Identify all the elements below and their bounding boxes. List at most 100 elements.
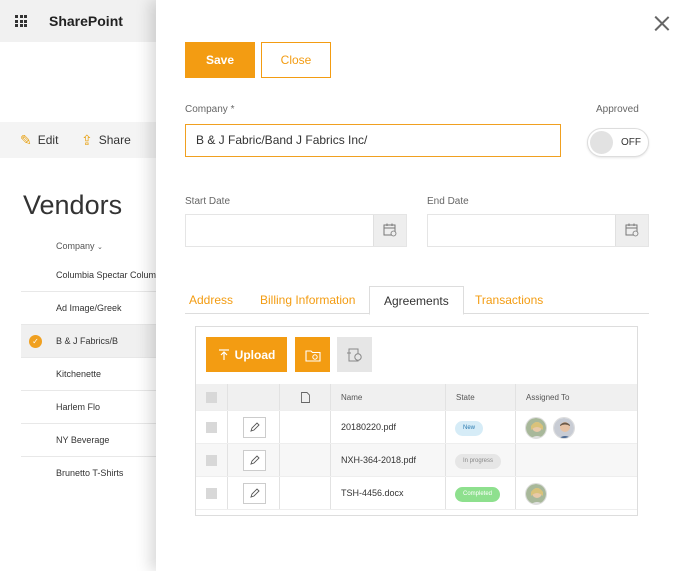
vendor-name: NY Beverage [56, 435, 110, 445]
approved-label: Approved [596, 104, 639, 115]
close-icon[interactable] [654, 15, 670, 31]
upload-label: Upload [234, 347, 276, 362]
vendor-name: Ad Image/Greek [56, 303, 122, 313]
tab-agreements[interactable]: Agreements [369, 286, 464, 315]
folder-icon [304, 349, 321, 362]
edit-column-header [228, 384, 280, 410]
end-date-picker-button[interactable] [615, 215, 648, 246]
vendor-name: Kitchenette [56, 369, 102, 379]
row-checkbox[interactable] [206, 455, 217, 466]
company-column-header[interactable]: Company ⌄ [56, 241, 103, 251]
pencil-icon: ✎ [20, 132, 32, 148]
chevron-down-icon: ⌄ [97, 244, 103, 251]
row-state-cell: New [446, 411, 516, 443]
save-button[interactable]: Save [185, 42, 255, 78]
vendor-name: Brunetto T-Shirts [56, 468, 124, 478]
name-column-header[interactable]: Name [331, 384, 446, 410]
edit-command[interactable]: ✎ Edit [20, 133, 58, 147]
row-edit-cell [228, 444, 280, 476]
start-date-picker-button[interactable] [373, 215, 406, 246]
list-item[interactable]: Columbia Spectar Colum [21, 259, 161, 292]
file-type-column-header [280, 384, 331, 410]
status-badge: New [455, 421, 484, 436]
share-command[interactable]: ⇪ Share [81, 133, 131, 147]
sync-button[interactable] [337, 337, 372, 372]
file-name[interactable]: TSH-4456.docx [341, 477, 404, 510]
table-header-row: Name State Assigned To [196, 384, 637, 411]
end-date-field[interactable] [427, 214, 649, 247]
table-row[interactable]: NXH-364-2018.pdf In progress [196, 444, 637, 477]
checkmark-icon[interactable]: ✓ [29, 335, 42, 348]
tab-bar: Address Billing Information Agreements T… [185, 286, 649, 315]
upload-button[interactable]: Upload [206, 337, 287, 372]
edit-command-label: Edit [37, 133, 59, 147]
row-edit-cell [228, 411, 280, 443]
row-edit-cell [228, 477, 280, 509]
toggle-state: OFF [621, 137, 641, 148]
row-select-cell [196, 411, 228, 443]
file-name[interactable]: 20180220.pdf [341, 411, 396, 444]
start-date-label: Start Date [185, 196, 231, 207]
list-item-selected[interactable]: ✓ B & J Fabrics/B [21, 325, 161, 358]
row-name-cell: 20180220.pdf [331, 411, 446, 443]
tab-billing-information[interactable]: Billing Information [260, 286, 355, 314]
vendor-name: B & J Fabrics/B [56, 336, 119, 346]
list-item[interactable]: NY Beverage [21, 424, 161, 457]
share-icon: ⇪ [81, 132, 93, 148]
document-icon [301, 392, 310, 403]
close-button[interactable]: Close [261, 42, 331, 78]
tab-transactions[interactable]: Transactions [475, 286, 543, 314]
upload-icon [218, 348, 229, 360]
row-type-cell [280, 411, 331, 443]
list-item[interactable]: Harlem Flo [21, 391, 161, 424]
row-select-cell [196, 444, 228, 476]
share-command-label: Share [98, 133, 131, 147]
vendor-name: Columbia Spectar Colum [56, 270, 157, 280]
row-checkbox[interactable] [206, 422, 217, 433]
file-name[interactable]: NXH-364-2018.pdf [341, 444, 416, 477]
avatar[interactable] [553, 417, 575, 439]
row-select-cell [196, 477, 228, 509]
status-badge: In progress [455, 454, 502, 469]
list-item[interactable]: Brunetto T-Shirts [21, 457, 161, 490]
avatar[interactable] [525, 483, 547, 505]
pencil-icon [250, 455, 260, 465]
company-field[interactable]: B & J Fabric/Band J Fabrics Inc/ [185, 124, 561, 157]
pencil-icon [250, 488, 260, 498]
calendar-icon [625, 223, 639, 237]
app-launcher-icon[interactable] [15, 15, 27, 27]
row-name-cell: NXH-364-2018.pdf [331, 444, 446, 476]
pencil-icon [250, 422, 260, 432]
table-row[interactable]: TSH-4456.docx Completed [196, 477, 637, 510]
start-date-field[interactable] [185, 214, 407, 247]
vendor-name: Harlem Flo [56, 402, 101, 412]
select-all-checkbox[interactable] [206, 392, 217, 403]
row-checkbox[interactable] [206, 488, 217, 499]
edit-row-button[interactable] [243, 450, 266, 471]
end-date-label: End Date [427, 196, 469, 207]
new-folder-button[interactable] [295, 337, 330, 372]
assigned-column-header[interactable]: Assigned To [516, 384, 637, 410]
column-header-label: Company [56, 241, 95, 251]
select-all-cell [196, 384, 228, 410]
vendor-edit-panel: Save Close Company * B & J Fabric/Band J… [156, 0, 688, 571]
edit-row-button[interactable] [243, 483, 266, 504]
page-title: Vendors [23, 190, 123, 220]
agreements-grid: Upload Name State Assigned To 20180220.p… [195, 326, 638, 516]
list-item[interactable]: Ad Image/Greek [21, 292, 161, 325]
row-type-cell [280, 477, 331, 509]
company-label: Company * [185, 104, 235, 115]
row-state-cell: Completed [446, 477, 516, 509]
list-item[interactable]: Kitchenette [21, 358, 161, 391]
row-state-cell: In progress [446, 444, 516, 476]
avatar[interactable] [525, 417, 547, 439]
state-column-header[interactable]: State [446, 384, 516, 410]
sync-document-icon [346, 348, 362, 361]
row-assigned-cell [516, 444, 637, 476]
row-assigned-cell [516, 477, 637, 509]
tab-address[interactable]: Address [189, 286, 233, 314]
table-row[interactable]: 20180220.pdf New [196, 411, 637, 444]
approved-toggle[interactable]: OFF [587, 128, 649, 157]
app-title[interactable]: SharePoint [49, 13, 123, 29]
edit-row-button[interactable] [243, 417, 266, 438]
